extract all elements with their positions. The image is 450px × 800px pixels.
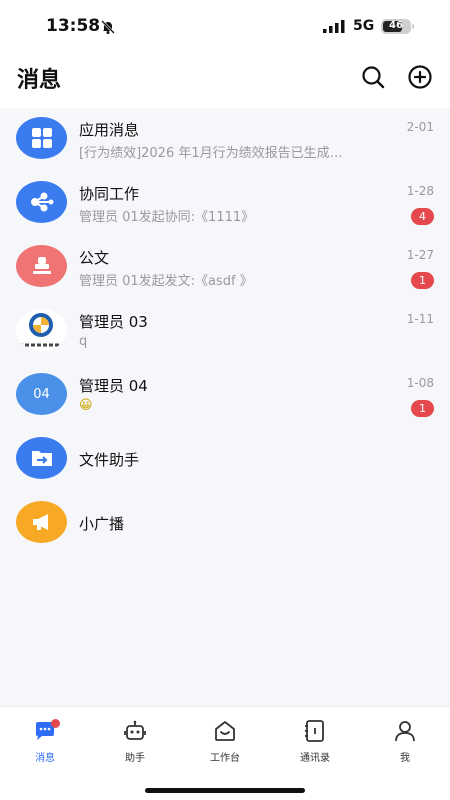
grid-icon — [31, 128, 52, 148]
top-area: 13:58 5G 46 消息 — [0, 0, 450, 108]
tab-label: 工作台 — [210, 753, 240, 764]
person-icon — [395, 721, 415, 742]
share-icon — [30, 192, 53, 212]
home-icon — [215, 721, 235, 741]
notification-dot — [51, 719, 60, 728]
message-name: 公文 — [79, 249, 110, 267]
tab-workbench[interactable]: 工作台 — [180, 707, 270, 773]
battery-level: 46 — [389, 20, 403, 31]
message-date: 2-01 — [406, 120, 434, 134]
home-indicator — [145, 788, 305, 793]
message-name: 应用消息 — [79, 121, 140, 139]
avatar — [16, 117, 67, 159]
bottom-tab-bar: 消息 助手 工作台 通讯录 我 — [0, 706, 450, 800]
robot-icon — [124, 720, 146, 740]
signal-icon — [323, 20, 345, 33]
folder-icon — [31, 451, 52, 466]
tab-label: 助手 — [125, 753, 145, 764]
tab-contacts[interactable]: 通讯录 — [270, 707, 360, 773]
message-item-file-assistant[interactable]: 文件助手 — [0, 428, 450, 492]
message-name: 小广播 — [79, 515, 125, 533]
tab-me[interactable]: 我 — [360, 707, 450, 773]
unread-badge: 4 — [411, 208, 434, 225]
message-preview: [行为绩效]2026 年1月行为绩效报告已生成… — [79, 146, 343, 161]
add-circle-icon[interactable] — [407, 64, 433, 90]
company-logo-avatar — [16, 309, 67, 351]
message-date: 1-08 — [406, 376, 434, 390]
message-item-document[interactable]: 公文 管理员 01发起发文:《asdf 》 1-27 1 — [0, 236, 450, 300]
tab-assistant[interactable]: 助手 — [90, 707, 180, 773]
search-icon[interactable] — [360, 64, 386, 90]
unread-badge: 1 — [411, 400, 434, 417]
message-date: 1-27 — [406, 248, 434, 262]
tab-messages[interactable]: 消息 — [0, 707, 90, 773]
status-bar: 13:58 5G 46 — [0, 0, 450, 56]
contacts-icon — [305, 720, 324, 742]
status-time: 13:58 — [46, 16, 101, 36]
company-logo-icon — [18, 313, 64, 349]
avatar-label: 04 — [33, 386, 50, 402]
unread-badge: 1 — [411, 272, 434, 289]
message-name: 管理员 04 — [79, 377, 148, 395]
message-item-admin04[interactable]: 04 管理员 04 😀 1-08 1 — [0, 364, 450, 428]
message-preview: q — [79, 334, 88, 349]
avatar — [16, 245, 67, 287]
tab-label: 通讯录 — [300, 753, 330, 764]
mute-bell-icon — [101, 20, 115, 34]
message-date: 1-28 — [406, 184, 434, 198]
message-date: 1-11 — [406, 312, 434, 326]
message-item-admin03[interactable]: 管理员 03 q 1-11 — [0, 300, 450, 364]
message-preview: 管理员 01发起发文:《asdf 》 — [79, 274, 253, 289]
stamp-icon — [32, 257, 51, 274]
avatar — [16, 501, 67, 543]
message-preview: 😀 — [79, 398, 93, 413]
message-name: 协同工作 — [79, 185, 140, 203]
message-list: 应用消息 [行为绩效]2026 年1月行为绩效报告已生成… 2-01 协同工作 … — [0, 108, 450, 706]
message-name: 管理员 03 — [79, 313, 148, 331]
message-name: 文件助手 — [79, 451, 140, 469]
tab-label: 我 — [400, 753, 410, 764]
avatar: 04 — [16, 373, 67, 415]
battery-icon: 46 — [381, 19, 411, 34]
network-type: 5G — [353, 18, 375, 34]
message-preview: 管理员 01发起协同:《1111》 — [79, 210, 255, 225]
message-item-collaboration[interactable]: 协同工作 管理员 01发起协同:《1111》 1-28 4 — [0, 172, 450, 236]
avatar — [16, 437, 67, 479]
megaphone-icon — [32, 514, 48, 530]
message-item-broadcast[interactable]: 小广播 — [0, 492, 450, 556]
avatar — [16, 181, 67, 223]
message-item-app[interactable]: 应用消息 [行为绩效]2026 年1月行为绩效报告已生成… 2-01 — [0, 108, 450, 172]
tab-label: 消息 — [35, 753, 55, 764]
page-title: 消息 — [17, 68, 62, 93]
